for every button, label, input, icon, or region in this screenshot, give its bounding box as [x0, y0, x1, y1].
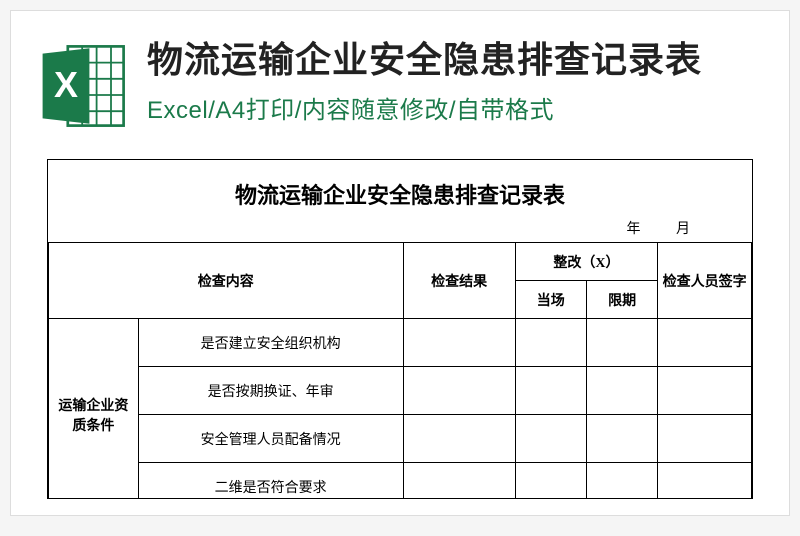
excel-icon: X: [39, 41, 129, 131]
result-cell: [403, 463, 515, 500]
document-preview: 物流运输企业安全隐患排查记录表 年 月 检查内容 检查结果 整改（X） 检查人员…: [47, 159, 753, 499]
header: X 物流运输企业安全隐患排查记录表 Excel/A4打印/内容随意修改/自带格式: [11, 11, 789, 141]
year-label: 年: [627, 222, 641, 237]
month-label: 月: [676, 222, 690, 237]
signature-cell: [658, 319, 752, 367]
fix-deadline-cell: [586, 367, 657, 415]
document-title: 物流运输企业安全隐患排查记录表: [48, 160, 752, 214]
col-header-signature: 检查人员签字: [658, 243, 752, 319]
table-row: 是否按期换证、年审: [49, 367, 752, 415]
title-block: 物流运输企业安全隐患排查记录表 Excel/A4打印/内容随意修改/自带格式: [147, 37, 767, 125]
result-cell: [403, 415, 515, 463]
inspection-table: 检查内容 检查结果 整改（X） 检查人员签字 当场 限期 运输企业资质条件 是否…: [48, 242, 752, 499]
sub-title: Excel/A4打印/内容随意修改/自带格式: [147, 90, 767, 125]
col-header-result: 检查结果: [403, 243, 515, 319]
signature-cell: [658, 367, 752, 415]
fix-now-cell: [515, 463, 586, 500]
table-row: 安全管理人员配备情况: [49, 415, 752, 463]
main-title: 物流运输企业安全隐患排查记录表: [147, 37, 767, 84]
svg-text:X: X: [54, 64, 78, 105]
table-row: 运输企业资质条件 是否建立安全组织机构: [49, 319, 752, 367]
date-line: 年 月: [48, 214, 752, 242]
signature-cell: [658, 463, 752, 500]
fix-deadline-cell: [586, 319, 657, 367]
col-header-fix-deadline: 限期: [586, 281, 657, 319]
col-header-fix-group: 整改（X）: [515, 243, 658, 281]
item-cell: 安全管理人员配备情况: [138, 415, 403, 463]
item-cell: 是否按期换证、年审: [138, 367, 403, 415]
page-container: X 物流运输企业安全隐患排查记录表 Excel/A4打印/内容随意修改/自带格式…: [10, 10, 790, 516]
item-cell: 是否建立安全组织机构: [138, 319, 403, 367]
col-header-content: 检查内容: [49, 243, 404, 319]
fix-now-cell: [515, 319, 586, 367]
signature-cell: [658, 415, 752, 463]
col-header-fix-now: 当场: [515, 281, 586, 319]
table-row: 二维是否符合要求: [49, 463, 752, 500]
category-cell: 运输企业资质条件: [49, 319, 139, 500]
fix-now-cell: [515, 367, 586, 415]
result-cell: [403, 367, 515, 415]
result-cell: [403, 319, 515, 367]
fix-now-cell: [515, 415, 586, 463]
item-cell: 二维是否符合要求: [138, 463, 403, 500]
fix-deadline-cell: [586, 415, 657, 463]
fix-deadline-cell: [586, 463, 657, 500]
